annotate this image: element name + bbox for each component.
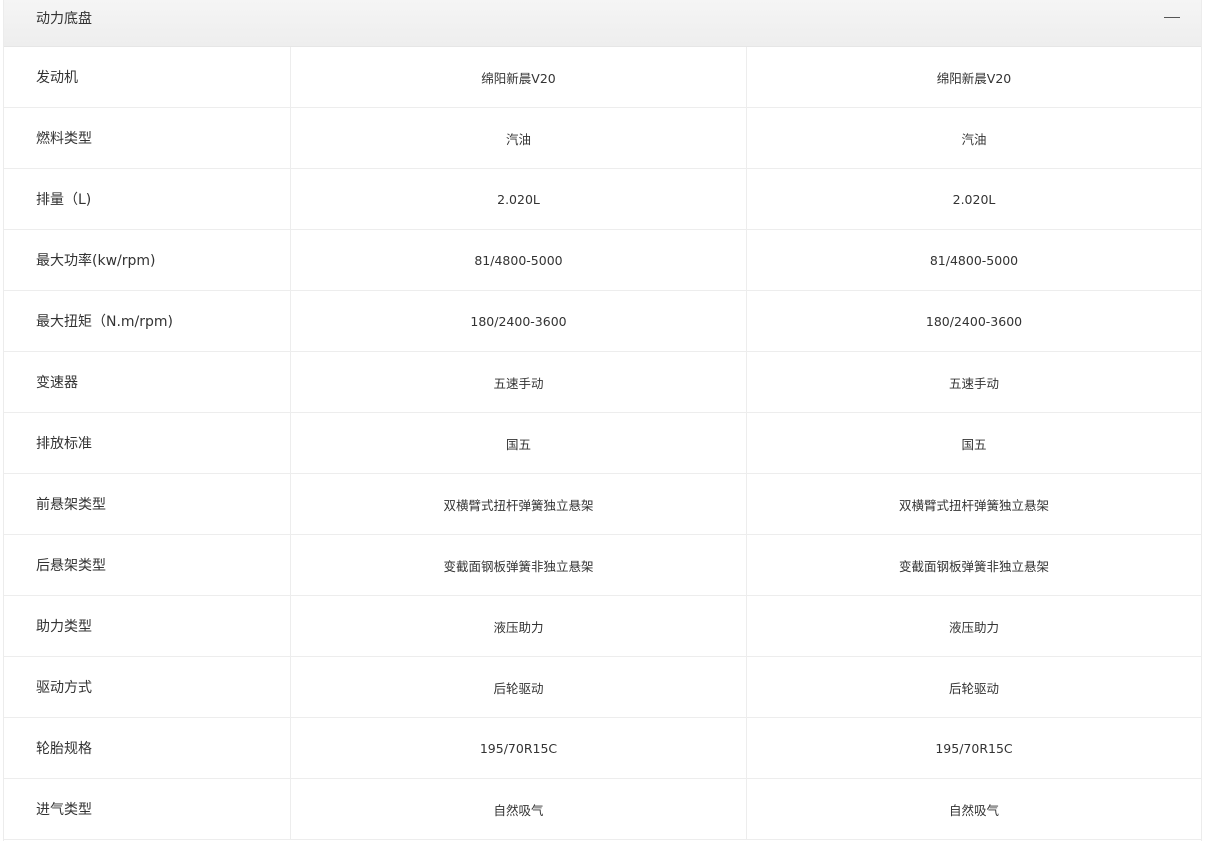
table-row: 最大功率(kw/rpm) 81/4800-5000 81/4800-5000 bbox=[4, 230, 1201, 291]
table-row: 助力类型 液压助力 液压助力 bbox=[4, 596, 1201, 657]
spec-value: 自然吸气 bbox=[948, 802, 999, 818]
spec-label: 后悬架类型 bbox=[4, 535, 291, 595]
spec-value: 双横臂式扭杆弹簧独立悬架 bbox=[291, 474, 747, 534]
spec-value: 国五 bbox=[961, 436, 987, 452]
spec-label: 燃料类型 bbox=[4, 108, 291, 168]
spec-value: 变截面钢板弹簧非独立悬架 bbox=[898, 558, 1049, 574]
spec-value: 81/4800-5000 bbox=[929, 252, 1019, 268]
table-row: 最大扭矩（N.m/rpm) 180/2400-3600 180/2400-3600 bbox=[4, 291, 1201, 352]
spec-label: 排量（L) bbox=[4, 169, 291, 229]
spec-value: 自然吸气 bbox=[291, 779, 747, 839]
spec-value: 180/2400-3600 bbox=[291, 291, 747, 351]
spec-label: 助力类型 bbox=[4, 596, 291, 656]
section-header[interactable]: 动力底盘 bbox=[4, 0, 1201, 47]
spec-value: 汽油 bbox=[291, 108, 747, 168]
spec-panel: 动力底盘 发动机 绵阳新晨V20 绵阳新晨V20 燃料类型 汽油 汽油 排量（L) 2.020… bbox=[3, 0, 1202, 841]
spec-label: 最大扭矩（N.m/rpm) bbox=[4, 291, 291, 351]
table-row: 排量（L) 2.020L 2.020L bbox=[4, 169, 1201, 230]
spec-value: 液压助力 bbox=[948, 619, 999, 635]
table-row: 轮胎规格 195/70R15C 195/70R15C bbox=[4, 718, 1201, 779]
table-row: 发动机 绵阳新晨V20 绵阳新晨V20 bbox=[4, 47, 1201, 108]
table-row: 燃料类型 汽油 汽油 bbox=[4, 108, 1201, 169]
table-row: 排放标准 国五 国五 bbox=[4, 413, 1201, 474]
table-row: 前悬架类型 双横臂式扭杆弹簧独立悬架 双横臂式扭杆弹簧独立悬架 bbox=[4, 474, 1201, 535]
spec-value: 81/4800-5000 bbox=[291, 230, 747, 290]
spec-value: 双横臂式扭杆弹簧独立悬架 bbox=[898, 497, 1049, 513]
spec-label: 最大功率(kw/rpm) bbox=[4, 230, 291, 290]
section-title: 动力底盘 bbox=[36, 11, 92, 27]
spec-value: 绵阳新晨V20 bbox=[936, 70, 1012, 86]
spec-value: 国五 bbox=[291, 413, 747, 473]
spec-label: 前悬架类型 bbox=[4, 474, 291, 534]
spec-value: 五速手动 bbox=[291, 352, 747, 412]
spec-label: 变速器 bbox=[4, 352, 291, 412]
spec-value: 180/2400-3600 bbox=[925, 313, 1023, 329]
minus-icon[interactable] bbox=[1164, 17, 1180, 18]
spec-label: 进气类型 bbox=[4, 779, 291, 839]
table-row: 变速器 五速手动 五速手动 bbox=[4, 352, 1201, 413]
table-row: 后悬架类型 变截面钢板弹簧非独立悬架 变截面钢板弹簧非独立悬架 bbox=[4, 535, 1201, 596]
spec-value: 后轮驱动 bbox=[948, 680, 999, 696]
table-row: 驱动方式 后轮驱动 后轮驱动 bbox=[4, 657, 1201, 718]
spec-table: 发动机 绵阳新晨V20 绵阳新晨V20 燃料类型 汽油 汽油 排量（L) 2.020L 2.02… bbox=[4, 47, 1201, 840]
spec-label: 驱动方式 bbox=[4, 657, 291, 717]
spec-value: 2.020L bbox=[291, 169, 747, 229]
spec-value: 195/70R15C bbox=[935, 740, 1013, 756]
spec-value: 后轮驱动 bbox=[291, 657, 747, 717]
spec-value: 2.020L bbox=[952, 191, 996, 207]
table-row: 进气类型 自然吸气 自然吸气 bbox=[4, 779, 1201, 840]
spec-label: 轮胎规格 bbox=[4, 718, 291, 778]
spec-value: 液压助力 bbox=[291, 596, 747, 656]
spec-value: 绵阳新晨V20 bbox=[291, 47, 747, 107]
spec-value: 汽油 bbox=[961, 131, 987, 147]
spec-value: 变截面钢板弹簧非独立悬架 bbox=[291, 535, 747, 595]
spec-value: 五速手动 bbox=[948, 375, 999, 391]
spec-value: 195/70R15C bbox=[291, 718, 747, 778]
spec-label: 发动机 bbox=[4, 47, 291, 107]
spec-label: 排放标准 bbox=[4, 413, 291, 473]
